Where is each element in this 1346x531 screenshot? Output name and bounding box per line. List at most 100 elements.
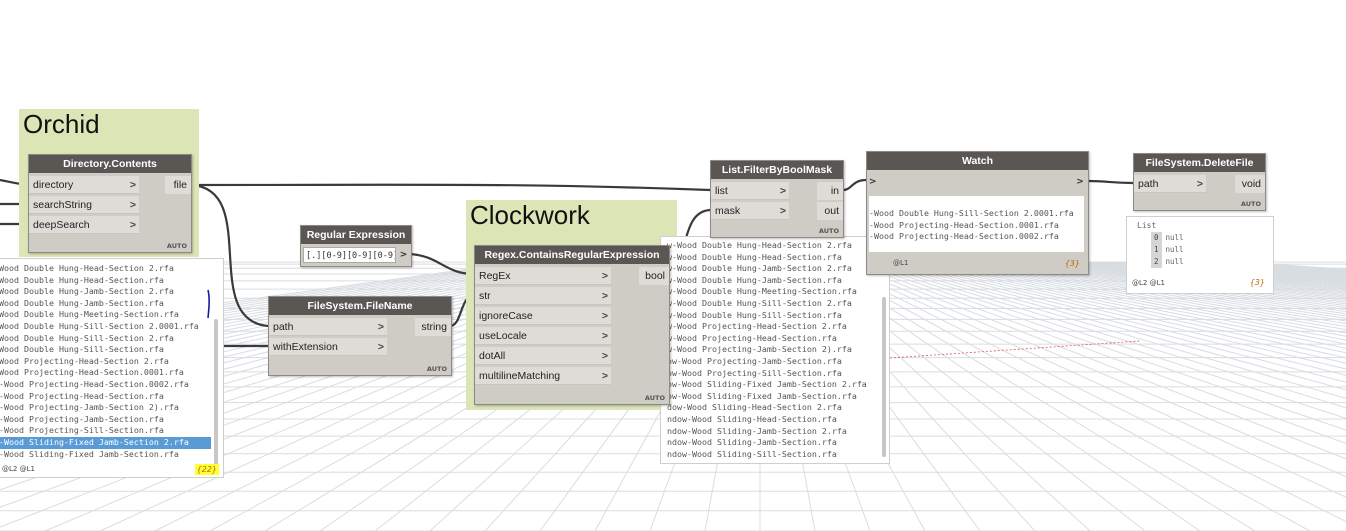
list-item[interactable]: ndow-Wood Sliding-Head-Section.rfa bbox=[667, 414, 882, 426]
input-port-mask[interactable]: mask > bbox=[711, 202, 789, 220]
list-value: null bbox=[1165, 245, 1184, 254]
list-item[interactable]: -Wood Projecting-Head-Section.0002.rfa bbox=[0, 379, 211, 391]
list-item: 0 null bbox=[1151, 232, 1184, 244]
list-item[interactable]: Wood Double Hung-Jamb-Section 2.rfa bbox=[0, 286, 211, 298]
list-item[interactable]: -Wood Projecting-Head-Section.0001.rfa bbox=[869, 220, 1074, 232]
node-watch[interactable]: Watch > > -Wood Double Hung-Sill-Section… bbox=[866, 151, 1089, 275]
output-port[interactable]: > bbox=[1074, 174, 1086, 190]
node-directory-contents[interactable]: Directory.Contents directory > searchStri… bbox=[28, 154, 192, 253]
list-item[interactable]: w-Wood Double Hung-Sill-Section 2.rfa bbox=[667, 298, 882, 310]
group-title: Clockwork bbox=[470, 200, 590, 230]
list-item[interactable]: -Wood Sliding-Fixed Jamb-Section.rfa bbox=[0, 449, 211, 461]
node-filesystem-filename[interactable]: FileSystem.FileName path > withExtension >… bbox=[268, 296, 452, 376]
input-port-dotall[interactable]: dotAll > bbox=[475, 347, 611, 365]
list-item[interactable]: w-Wood Double Hung-Head-Section 2.rfa bbox=[667, 240, 882, 252]
input-port-path[interactable]: path > bbox=[269, 318, 387, 336]
list-item[interactable]: Wood Double Hung-Sill-Section.rfa bbox=[0, 344, 211, 356]
input-port-list[interactable]: list > bbox=[711, 182, 789, 200]
port-label: path bbox=[273, 321, 294, 333]
node-regex-contains[interactable]: Regex.ContainsRegularExpression RegEx > s… bbox=[474, 245, 670, 405]
list-item[interactable]: w-Wood Projecting-Head-Section.rfa bbox=[667, 333, 882, 345]
port-label: deepSearch bbox=[33, 219, 90, 231]
pen-annotation bbox=[207, 289, 210, 319]
input-port-deepsearch[interactable]: deepSearch > bbox=[29, 216, 139, 234]
list-item[interactable]: w-Wood Double Hung-Head-Section.rfa bbox=[667, 252, 882, 264]
chevron-right-icon: > bbox=[601, 350, 608, 362]
input-port-str[interactable]: str > bbox=[475, 287, 611, 305]
list-item[interactable]: w-Wood Double Hung-Jamb-Section.rfa bbox=[667, 275, 882, 287]
node-regular-expression[interactable]: Regular Expression [.][0-9][0-9][0-9][0-… bbox=[300, 225, 412, 267]
node-title: Regular Expression bbox=[301, 226, 411, 244]
watch-preview[interactable]: -Wood Double Hung-Sill-Section 2.0001.rf… bbox=[869, 196, 1084, 252]
list-item[interactable]: -Wood Projecting-Head-Section.rfa bbox=[0, 391, 211, 403]
list-item[interactable]: Wood Double Hung-Head-Section 2.rfa bbox=[0, 263, 211, 275]
list-item[interactable]: w-Wood Double Hung-Sill-Section.rfa bbox=[667, 310, 882, 322]
chevron-right-icon: > bbox=[779, 185, 786, 197]
node-title: List.FilterByBoolMask bbox=[711, 161, 843, 179]
chevron-right-icon: > bbox=[129, 199, 136, 211]
chevron-right-icon: > bbox=[129, 179, 136, 191]
list-item[interactable]: w-Wood Double Hung-Jamb-Section 2.rfa bbox=[667, 263, 882, 275]
list-item[interactable]: ndow-Wood Sliding-Jamb-Section.rfa bbox=[667, 437, 882, 449]
list-item[interactable]: -Wood Sliding-Fixed Jamb-Section 2.rfa bbox=[0, 436, 211, 449]
list-item[interactable]: Wood Double Hung-Sill-Section 2.rfa bbox=[0, 333, 211, 345]
regex-list: w-Wood Double Hung-Head-Section 2.rfa w-W… bbox=[667, 240, 882, 460]
list-item[interactable]: Wood Projecting-Head-Section 2.rfa bbox=[0, 356, 211, 368]
list-index: 0 bbox=[1151, 232, 1162, 244]
node-filter-by-bool-mask[interactable]: List.FilterByBoolMask list > mask > in out… bbox=[710, 160, 844, 238]
input-port-directory[interactable]: directory > bbox=[29, 176, 139, 194]
input-port-regex[interactable]: RegEx > bbox=[475, 267, 611, 285]
preview-footer: @L2 @L1 bbox=[2, 465, 35, 473]
wire-watch-to-delete bbox=[1087, 179, 1134, 185]
output-port-out[interactable]: out bbox=[817, 202, 843, 220]
list-item[interactable]: ndow-Wood Sliding-Jamb-Section 2.rfa bbox=[667, 426, 882, 438]
list-item[interactable]: Wood Double Hung-Jamb-Section.rfa bbox=[0, 298, 211, 310]
input-port-searchstring[interactable]: searchString > bbox=[29, 196, 139, 214]
port-label: list bbox=[715, 185, 728, 197]
input-port-ignorecase[interactable]: ignoreCase > bbox=[475, 307, 611, 325]
list-item[interactable]: ow-Wood Projecting-Sill-Section.rfa bbox=[667, 368, 882, 380]
regex-preview[interactable]: w-Wood Double Hung-Head-Section 2.rfa w-W… bbox=[660, 236, 890, 464]
port-label: multilineMatching bbox=[479, 370, 561, 382]
input-port-uselocale[interactable]: useLocale > bbox=[475, 327, 611, 345]
list-item[interactable]: w-Wood Projecting-Head-Section 2.rfa bbox=[667, 321, 882, 333]
list-item[interactable]: Wood Double Hung-Sill-Section 2.0001.rfa bbox=[0, 321, 211, 333]
list-item[interactable]: w-Wood Double Hung-Meeting-Section.rfa bbox=[667, 286, 882, 298]
output-port-bool[interactable]: bool bbox=[639, 267, 669, 285]
dynamo-canvas[interactable]: Orchid Clockwork Directory.Contents dire… bbox=[0, 0, 1346, 531]
regex-input[interactable]: [.][0-9][0-9][0-9][0-9] bbox=[303, 247, 396, 263]
list-value: null bbox=[1165, 257, 1184, 266]
scrollbar[interactable] bbox=[214, 319, 218, 465]
deletefile-preview[interactable]: List 0 null 1 null 2 null @L2 @L1 {3} bbox=[1126, 216, 1274, 294]
chevron-right-icon: > bbox=[779, 205, 786, 217]
auto-badge: AUTO bbox=[166, 242, 187, 250]
list-item[interactable]: ow-Wood Sliding-Fixed Jamb-Section 2.rfa bbox=[667, 379, 882, 391]
output-port-string[interactable]: string bbox=[415, 318, 451, 336]
list-item[interactable]: ow-Wood Sliding-Fixed Jamb-Section.rfa bbox=[667, 391, 882, 403]
input-port-path[interactable]: path > bbox=[1134, 175, 1206, 193]
list-item[interactable]: dow-Wood Sliding-Head-Section 2.rfa bbox=[667, 402, 882, 414]
list-item[interactable]: ndow-Wood Sliding-Sill-Section.rfa bbox=[667, 449, 882, 461]
list-item[interactable]: ow-Wood Projecting-Jamb-Section.rfa bbox=[667, 356, 882, 368]
list-item[interactable]: w-Wood Projecting-Jamb-Section 2).rfa bbox=[667, 344, 882, 356]
list-item[interactable]: -Wood Double Hung-Sill-Section 2.0001.rf… bbox=[869, 208, 1074, 220]
list-item[interactable]: -Wood Projecting-Sill-Section.rfa bbox=[0, 425, 211, 437]
node-filesystem-deletefile[interactable]: FileSystem.DeleteFile path > void AUTO bbox=[1133, 153, 1266, 211]
preview-count: {3} bbox=[1249, 278, 1265, 287]
input-port-multilinematching[interactable]: multilineMatching > bbox=[475, 367, 611, 385]
list-item[interactable]: Wood Projecting-Head-Section.0001.rfa bbox=[0, 367, 211, 379]
list-item[interactable]: -Wood Projecting-Jamb-Section.rfa bbox=[0, 414, 211, 426]
list-item[interactable]: Wood Double Hung-Meeting-Section.rfa bbox=[0, 309, 211, 321]
list-item[interactable]: -Wood Projecting-Head-Section.0002.rfa bbox=[869, 231, 1074, 243]
scrollbar[interactable] bbox=[882, 297, 886, 457]
input-port-withextension[interactable]: withExtension > bbox=[269, 338, 387, 356]
list-item[interactable]: -Wood Projecting-Jamb-Section 2).rfa bbox=[0, 402, 211, 414]
file-list-preview[interactable]: Wood Double Hung-Head-Section 2.rfa Wood … bbox=[0, 258, 224, 478]
output-port-void[interactable]: void bbox=[1235, 175, 1265, 193]
wire-in-to-watch bbox=[842, 178, 867, 192]
list-item[interactable]: Wood Double Hung-Head-Section.rfa bbox=[0, 275, 211, 287]
output-port-file[interactable]: file bbox=[165, 176, 191, 194]
output-port-in[interactable]: in bbox=[817, 182, 843, 200]
output-port[interactable]: > bbox=[398, 247, 409, 263]
input-port[interactable]: > bbox=[869, 174, 881, 190]
